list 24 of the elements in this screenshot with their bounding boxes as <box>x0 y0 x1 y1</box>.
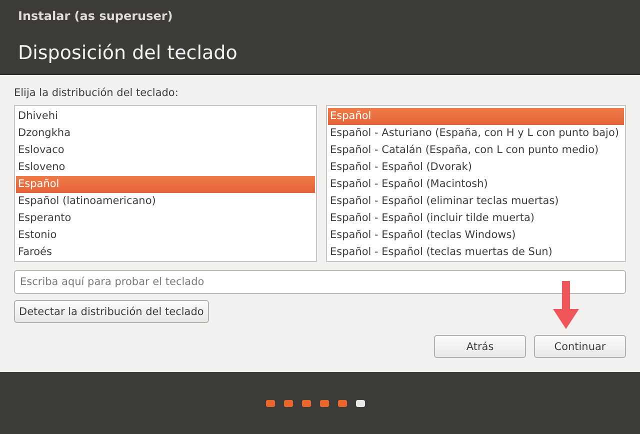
detect-layout-button[interactable]: Detectar la distribución del teclado <box>14 300 209 323</box>
layout-item[interactable]: Dzongkha <box>16 125 315 142</box>
layout-item[interactable]: Esloveno <box>16 159 315 176</box>
layout-item[interactable]: Español (latinoamericano) <box>16 193 315 210</box>
variant-item[interactable]: Español - Español (teclas muertas de Sun) <box>328 244 624 261</box>
layout-item[interactable]: Dhivehi <box>16 108 315 125</box>
variant-item[interactable]: Español - Español (eliminar teclas muertas) <box>328 193 624 210</box>
variant-item[interactable]: Español - Español (incluir tilde muerta) <box>328 210 624 227</box>
layout-item[interactable]: Estonio <box>16 227 315 244</box>
continue-button[interactable]: Continuar <box>534 335 626 358</box>
variant-item[interactable]: Español - Español (Macintosh) <box>328 176 624 193</box>
page-title: Disposición del teclado <box>18 42 238 64</box>
layout-item[interactable]: Faroés <box>16 244 315 261</box>
back-button[interactable]: Atrás <box>434 335 526 358</box>
prompt-label: Elija la distribución del teclado: <box>14 87 180 99</box>
variant-item[interactable]: Español - Español (Dvorak) <box>328 159 624 176</box>
variant-item[interactable]: Español - Español (teclas Windows) <box>328 227 624 244</box>
down-arrow-icon <box>553 281 579 329</box>
layout-item[interactable]: Eslovaco <box>16 142 315 159</box>
window-title: Instalar (as superuser) <box>18 9 173 23</box>
variant-item[interactable]: Español - Asturiano (España, con H y L con punto bajo) <box>328 125 624 142</box>
keyboard-test-field[interactable]: Escriba aquí para probar el teclado <box>14 270 626 294</box>
layout-item[interactable]: Esperanto <box>16 210 315 227</box>
variant-item[interactable]: Español - Catalán (España, con L con punto medio) <box>328 142 624 159</box>
